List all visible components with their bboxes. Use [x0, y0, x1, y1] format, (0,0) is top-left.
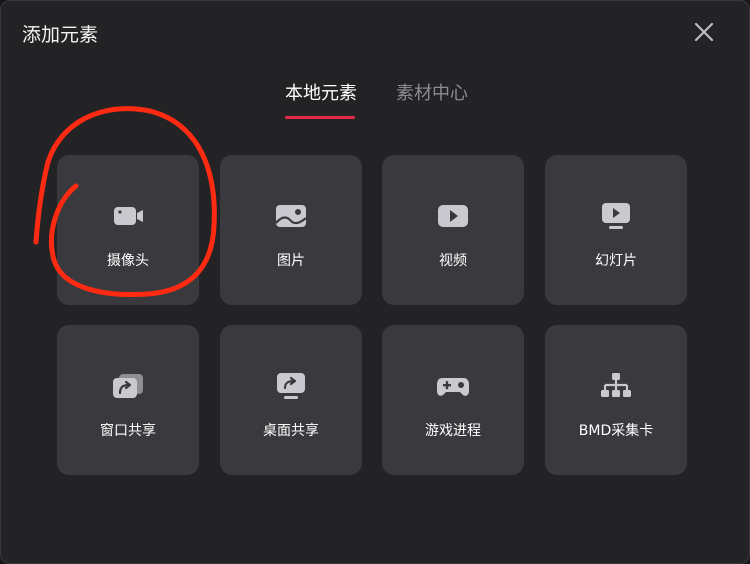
tile-window-share[interactable]: 窗口共享 [57, 325, 199, 475]
add-element-dialog: 添加元素 本地元素 素材中心 摄像头 图片 视频 幻灯片 窗口共享 桌面共享 游… [0, 0, 750, 564]
image-icon [271, 199, 311, 233]
tile-camera[interactable]: 摄像头 [57, 155, 199, 305]
close-icon[interactable] [690, 18, 718, 46]
tab-material-center[interactable]: 素材中心 [396, 79, 468, 105]
window-share-icon [108, 369, 148, 403]
tab-local-elements[interactable]: 本地元素 [285, 79, 357, 105]
active-tab-indicator [285, 116, 355, 119]
tile-label: BMD采集卡 [578, 423, 654, 439]
capture-card-icon [596, 369, 636, 403]
tile-slideshow[interactable]: 幻灯片 [545, 155, 687, 305]
tile-game-process[interactable]: 游戏进程 [382, 325, 524, 475]
close-button[interactable] [690, 18, 718, 46]
tile-label: 视频 [439, 253, 467, 269]
video-icon [433, 199, 473, 233]
tile-label: 幻灯片 [595, 253, 637, 269]
tile-video[interactable]: 视频 [382, 155, 524, 305]
dialog-title: 添加元素 [22, 24, 99, 46]
tile-label: 游戏进程 [425, 423, 481, 439]
camera-icon [108, 199, 148, 233]
tile-bmd-capture-card[interactable]: BMD采集卡 [545, 325, 687, 475]
tile-image[interactable]: 图片 [220, 155, 362, 305]
tile-label: 窗口共享 [100, 423, 156, 439]
desktop-share-icon [271, 369, 311, 403]
tile-label: 摄像头 [107, 253, 149, 269]
tile-desktop-share[interactable]: 桌面共享 [220, 325, 362, 475]
tile-label: 桌面共享 [263, 423, 319, 439]
slideshow-icon [596, 199, 636, 233]
tile-label: 图片 [277, 253, 305, 269]
gamepad-icon [433, 369, 473, 403]
